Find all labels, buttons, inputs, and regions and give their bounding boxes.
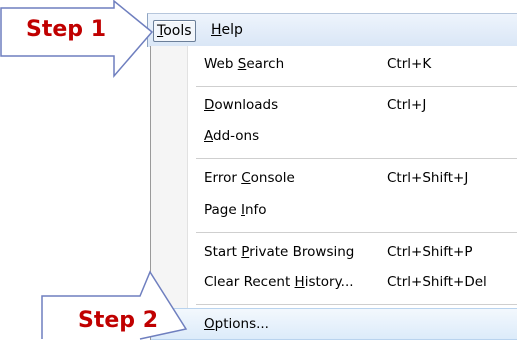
menu-tools-label-post: ools [163,23,192,39]
menu-help-accel: H [211,22,222,38]
tools-dropdown-menu: Web Search Ctrl+K Downloads Ctrl+J Add-o… [150,46,517,340]
menu-item-shortcut: Ctrl+Shift+J [387,170,469,186]
menu-item-shortcut: Ctrl+Shift+P [387,244,473,260]
menu-separator [196,304,517,305]
step2-label: Step 2 [78,308,158,333]
menu-help[interactable]: Help [208,20,246,40]
menu-item-downloads[interactable]: Downloads Ctrl+J [151,91,517,121]
menu-item-label: Downloads [204,97,279,113]
menu-item-addons[interactable]: Add-ons [151,122,517,152]
menu-item-shortcut: Ctrl+Shift+Del [387,274,487,290]
menu-item-label: Add-ons [204,128,260,144]
menu-item-error-console[interactable]: Error Console Ctrl+Shift+J [151,164,517,194]
menu-item-web-search[interactable]: Web Search Ctrl+K [151,50,517,80]
menu-item-start-private-browsing[interactable]: Start Private Browsing Ctrl+Shift+P [151,238,517,268]
menu-separator [196,86,517,87]
menu-item-clear-recent-history[interactable]: Clear Recent History... Ctrl+Shift+Del [151,268,517,298]
menu-item-label: Start Private Browsing [204,244,355,260]
menu-item-shortcut: Ctrl+K [387,56,432,72]
step1-callout: Step 1 [0,0,160,80]
step2-callout: Step 2 [40,268,200,340]
step1-label: Step 1 [26,17,106,42]
menu-item-page-info[interactable]: Page Info [151,196,517,226]
menu-item-label: Clear Recent History... [204,274,354,290]
menu-item-label: Options... [204,316,269,332]
menu-item-options[interactable]: Options... [151,308,517,340]
menu-separator [196,158,517,159]
menu-item-label: Error Console [204,170,295,186]
menu-bar: Tools Help [147,13,517,47]
menu-item-shortcut: Ctrl+J [387,97,427,113]
menu-item-label: Web Search [204,56,285,72]
menu-separator [196,232,517,233]
menu-help-label-post: elp [221,22,243,38]
menu-item-label: Page Info [204,202,267,218]
